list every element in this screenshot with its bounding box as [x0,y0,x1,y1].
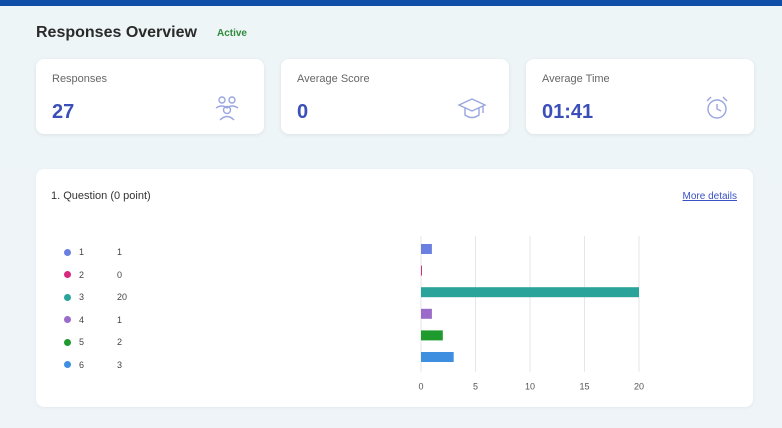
legend-count: 1 [117,247,123,257]
card-value: 01:41 [542,101,594,123]
responses-card: Responses 27 [36,59,264,134]
legend-count: 0 [117,269,123,280]
legend-dot-icon [64,338,71,346]
bar-option-3[interactable] [421,287,639,298]
page: Responses Overview Active Responses 27 A… [0,6,782,428]
question-panel: 1. Question (0 point) More details 1 1 2… [36,169,753,407]
question-title: 1. Question (0 point) [51,190,151,202]
legend-count: 2 [117,337,123,347]
legend-count: 1 [117,314,123,325]
legend-option: 1 [79,247,85,257]
legend-item: 1 1 [64,244,147,260]
card-value: 0 [297,101,309,123]
x-tick-label: 15 [579,382,589,391]
card-value: 27 [52,101,75,123]
legend-dot-icon [64,316,71,323]
legend-item: 2 0 [64,267,147,283]
legend-option: 2 [79,269,85,280]
average-score-card: Average Score 0 [281,59,509,134]
people-icon [212,93,242,123]
legend-dot-icon [64,293,71,301]
x-tick-label: 5 [473,382,478,391]
bar-option-6[interactable] [421,352,454,362]
bar-option-2[interactable] [421,265,422,276]
legend-item: 3 20 [64,289,147,305]
graduation-cap-icon [457,93,487,123]
bar-option-5[interactable] [421,330,443,341]
alarm-clock-icon [702,93,732,123]
legend-count: 20 [117,292,128,302]
legend-item: 4 1 [64,312,147,328]
x-tick-label: 0 [418,382,423,391]
chart-legend: 1 1 2 0 3 20 4 1 5 2 6 3 [64,244,147,379]
card-label: Responses [52,73,108,85]
more-details-link[interactable]: More details [683,191,737,202]
bar-option-4[interactable] [421,308,432,319]
average-time-card: Average Time 01:41 [526,59,754,134]
page-header: Responses Overview Active [36,24,247,42]
legend-dot-icon [64,248,71,256]
legend-dot-icon [64,271,71,278]
page-title: Responses Overview [36,24,197,41]
bar-option-1[interactable] [421,244,432,254]
response-bar-chart: 0 5 10 15 20 [418,236,644,391]
legend-item: 5 2 [64,334,147,350]
card-label: Average Score [297,73,370,85]
legend-item: 6 3 [64,357,147,373]
x-tick-label: 20 [634,382,644,391]
status-badge: Active [216,27,247,39]
legend-count: 3 [117,359,123,370]
legend-option: 5 [79,337,85,347]
legend-dot-icon [64,361,71,368]
legend-option: 4 [79,314,85,325]
card-label: Average Time [542,73,610,85]
legend-option: 6 [79,359,85,370]
x-tick-label: 10 [525,382,535,391]
legend-option: 3 [79,292,85,302]
